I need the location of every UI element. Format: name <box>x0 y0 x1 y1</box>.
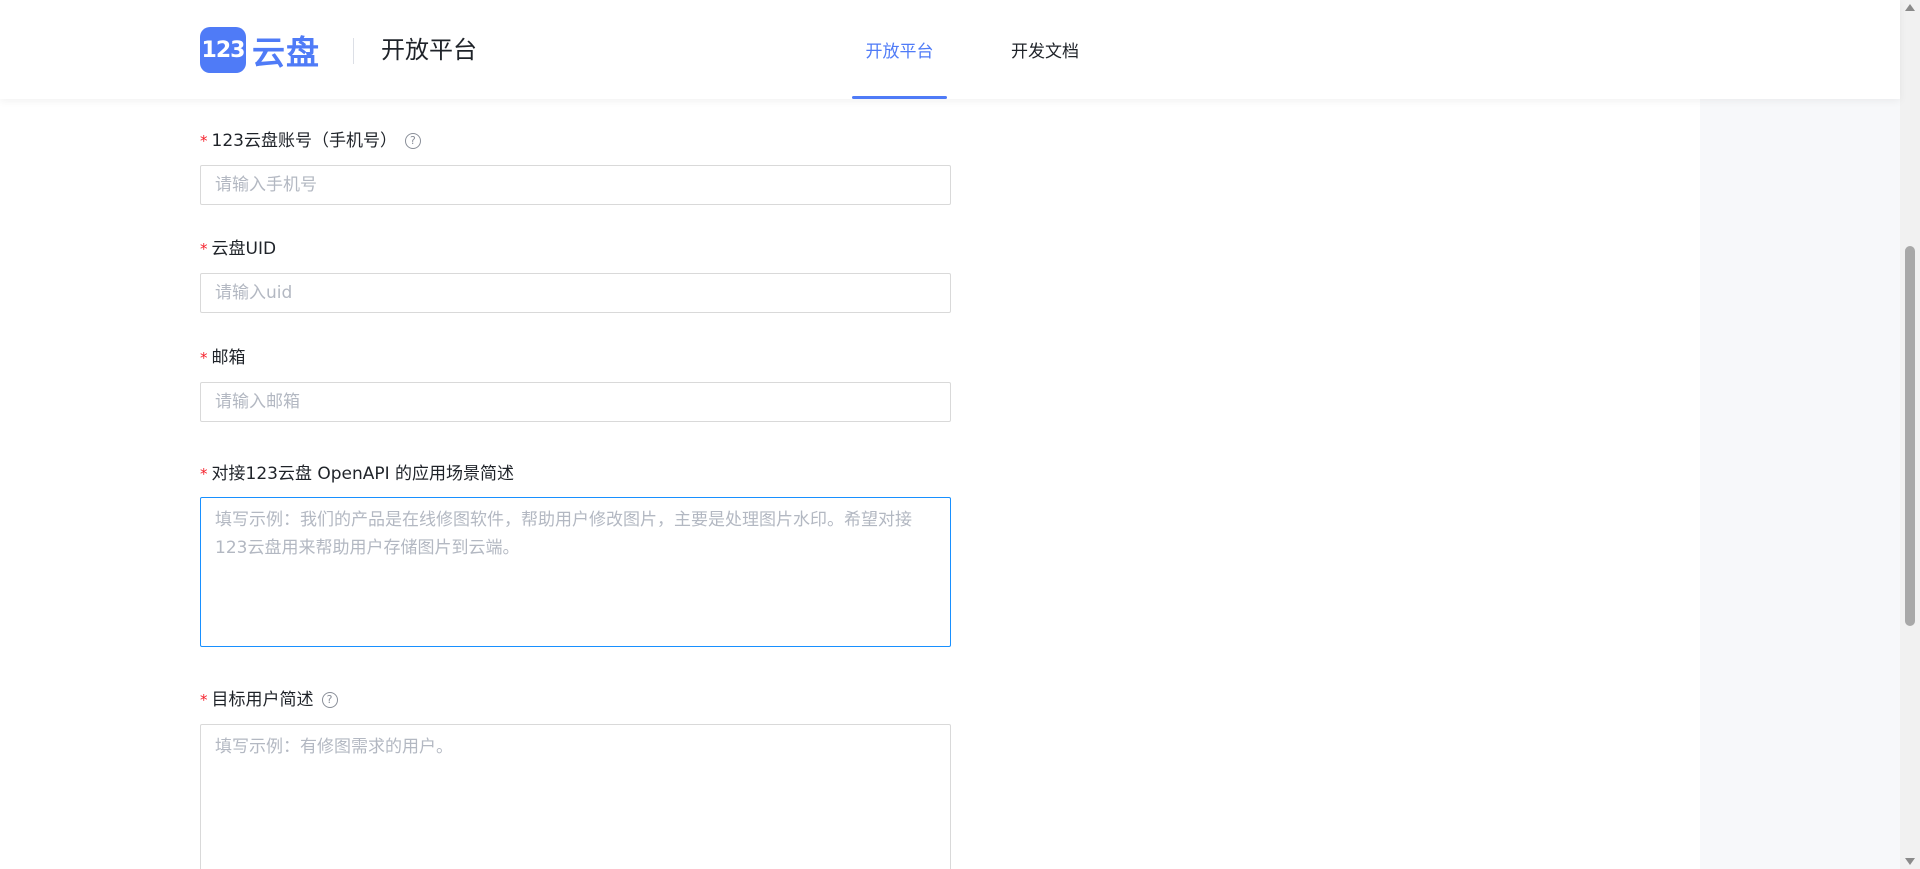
right-side-strip <box>1700 0 1900 869</box>
tab-dev-docs-label: 开发文档 <box>1011 42 1079 62</box>
vertical-scrollbar[interactable] <box>1900 0 1920 869</box>
email-label-text: 邮箱 <box>211 348 246 368</box>
required-mark: * <box>200 691 208 709</box>
question-circle-icon[interactable]: ? <box>404 133 421 149</box>
uid-label-text: 云盘UID <box>211 239 277 259</box>
required-mark: * <box>200 132 208 150</box>
logo-text: 云盘 <box>252 33 320 72</box>
required-mark: * <box>200 465 208 483</box>
question-circle-icon[interactable]: ? <box>321 692 338 708</box>
phone-label-text: 123云盘账号（手机号） <box>211 131 397 151</box>
email-field-label: * 邮箱 <box>200 347 246 369</box>
required-mark: * <box>200 349 208 367</box>
target-users-label-text: 目标用户简述 <box>211 690 314 710</box>
uid-input[interactable] <box>200 273 951 313</box>
logo-123-icon: 123 <box>200 27 246 73</box>
tab-dev-docs[interactable]: 开发文档 <box>1000 0 1090 99</box>
uid-field-label: * 云盘UID <box>200 238 276 260</box>
tab-open-platform[interactable]: 开放平台 <box>852 0 947 99</box>
target-users-textarea[interactable] <box>200 724 951 869</box>
scenario-label-text: 对接123云盘 OpenAPI 的应用场景简述 <box>211 464 515 484</box>
email-input[interactable] <box>200 382 951 422</box>
platform-title: 开放平台 <box>381 36 477 64</box>
brand-logo[interactable]: 123 云盘 <box>200 27 320 73</box>
target-users-field-label: * 目标用户简述 ? <box>200 689 338 711</box>
top-header: 123 云盘 开放平台 开放平台 开发文档 <box>0 0 1900 99</box>
scrollbar-thumb[interactable] <box>1905 246 1915 626</box>
required-mark: * <box>200 240 208 258</box>
scenario-textarea[interactable] <box>200 497 951 647</box>
arrow-up-icon[interactable] <box>1905 4 1915 11</box>
tab-open-platform-label: 开放平台 <box>865 42 934 62</box>
arrow-down-icon[interactable] <box>1905 858 1915 865</box>
phone-input[interactable] <box>200 165 951 205</box>
scenario-field-label: * 对接123云盘 OpenAPI 的应用场景简述 <box>200 463 514 485</box>
active-tab-indicator <box>852 96 947 99</box>
page: 123 云盘 开放平台 开放平台 开发文档 * 123云盘账号（手机号） ? *… <box>0 0 1920 869</box>
header-divider <box>353 38 354 64</box>
phone-field-label: * 123云盘账号（手机号） ? <box>200 130 421 152</box>
